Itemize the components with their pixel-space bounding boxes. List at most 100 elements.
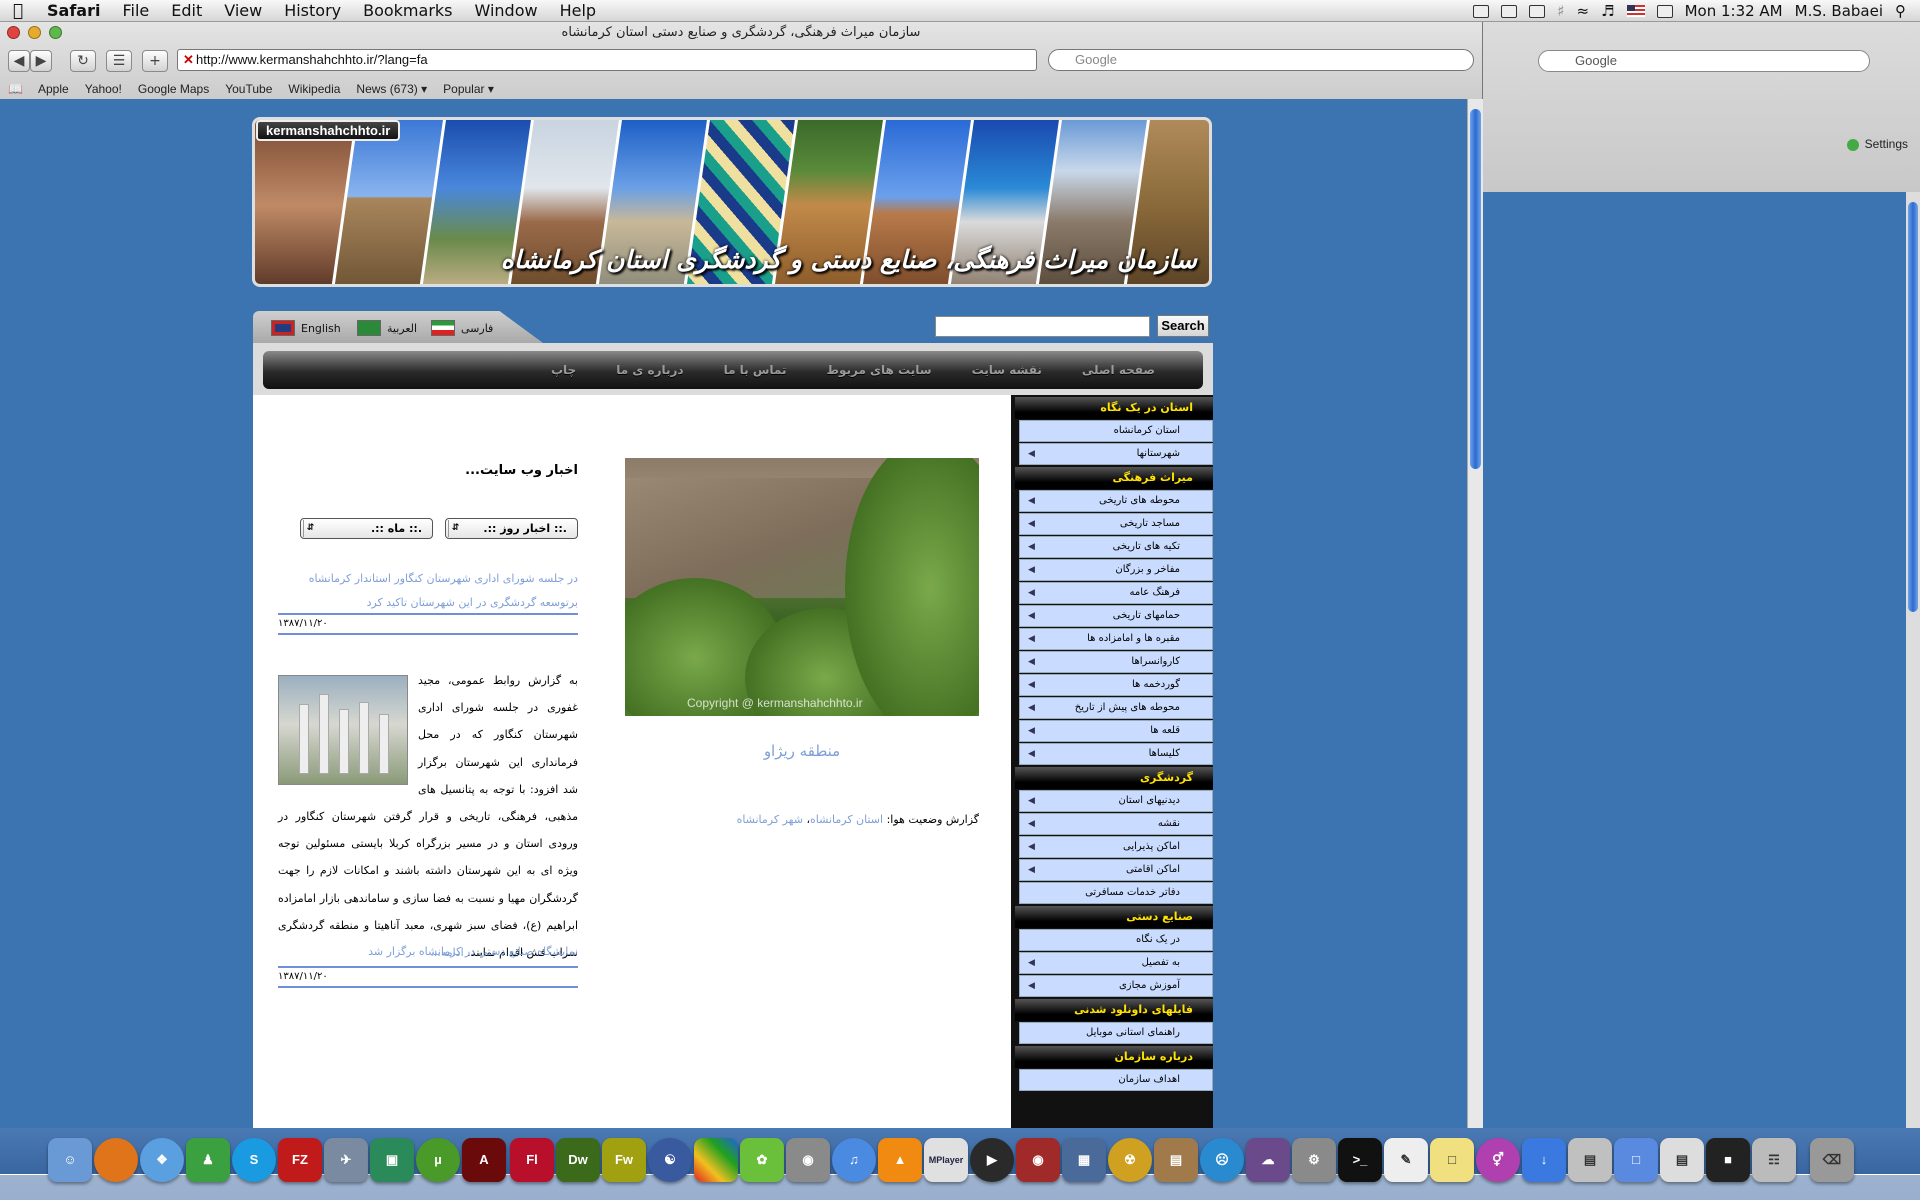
spotlight-icon[interactable]: ⚲ [1895,2,1906,20]
angry-app-icon[interactable]: ☹ [1200,1138,1244,1182]
night-app-icon[interactable]: ☁ [1246,1138,1290,1182]
firefox-scrollbar[interactable] [1906,192,1920,1128]
sidebar-item[interactable]: مقبره ها و امامزاده ها ◀ [1019,628,1213,650]
skype-icon[interactable]: S [232,1138,276,1182]
sidebar-item[interactable]: اماکن اقامتی ◀ [1019,859,1213,881]
sidebar-item[interactable]: کاروانسراها ◀ [1019,651,1213,673]
sidebar-item[interactable]: محوطه های تاریخی ◀ [1019,490,1213,512]
add-bookmark-button[interactable]: + [142,50,168,72]
sidebar-item[interactable]: به تفصیل ◀ [1019,952,1213,974]
bookmark-yahoo[interactable]: Yahoo! [77,82,130,96]
bookmarks-book-icon[interactable]: 📖 [0,82,30,96]
input-flag-icon[interactable] [1626,5,1645,17]
bookmark-news[interactable]: News (673) ▾ [348,82,435,96]
downloads-stack-icon[interactable]: ↓ [1522,1138,1566,1182]
menubar-user[interactable]: M.S. Babaei [1795,2,1883,20]
menu-window[interactable]: Window [464,0,549,22]
radiation-app-icon[interactable]: ☢ [1108,1138,1152,1182]
documents-stack-icon[interactable]: ▤ [1568,1138,1612,1182]
menu-history[interactable]: History [273,0,352,22]
menu-app[interactable]: Safari [36,0,111,22]
sidebar-item[interactable]: اماکن پذیرایی ◀ [1019,836,1213,858]
firefox-scrollbar-thumb[interactable] [1908,202,1918,612]
firefox-search-field[interactable]: Google [1538,50,1870,72]
quicktime-icon[interactable]: ▶ [970,1138,1014,1182]
fireworks-icon[interactable]: Fw [602,1138,646,1182]
menu-view[interactable]: View [213,0,273,22]
filezilla-icon[interactable]: FZ [278,1138,322,1182]
firefox-icon[interactable] [94,1138,138,1182]
bookmark-google-maps[interactable]: Google Maps [130,82,217,96]
menu-bookmarks[interactable]: Bookmarks [352,0,463,22]
screen-capture-icon[interactable]: ■ [1706,1138,1750,1182]
sidebar-item[interactable]: مساجد تاریخی ◀ [1019,513,1213,535]
feature-caption[interactable]: منطقه ریژاو [625,742,979,760]
dvd-player-icon[interactable]: ◉ [786,1138,830,1182]
bookmark-apple[interactable]: Apple [30,82,77,96]
nav-about[interactable]: درباره ی ما [596,363,703,377]
sidebar-item[interactable]: مفاخر و بزرگان ◀ [1019,559,1213,581]
lang-arabic[interactable]: العربية [357,320,417,336]
preview-icon[interactable]: ✈ [324,1138,368,1182]
google-search-field[interactable]: Google [1048,49,1474,71]
terminal-icon[interactable]: >_ [1338,1138,1382,1182]
news-item2-title[interactable]: نمایشگاه صنایع دستی در کرمانشاه برگزار ش… [278,940,578,964]
sidebar-item[interactable]: کلیساها ◀ [1019,743,1213,765]
office-icon[interactable] [694,1138,738,1182]
site-logo[interactable]: kermanshahchhto.ir [256,120,401,141]
weather-link-city[interactable]: شهر کرمانشاه [737,813,803,826]
volume-icon[interactable]: ♬ [1601,2,1614,20]
itunes-icon[interactable]: ♫ [832,1138,876,1182]
textedit-icon[interactable]: ✎ [1384,1138,1428,1182]
weather-link-province[interactable]: استان کرمانشاه [810,813,883,826]
nav-related-sites[interactable]: سایت های مربوط [806,363,951,377]
sidebar-item[interactable]: دیدنیهای استان ◀ [1019,790,1213,812]
battery-icon[interactable] [1501,4,1518,18]
flash-icon[interactable]: Fl [510,1138,554,1182]
menubar-clock[interactable]: Mon 1:32 AM [1685,2,1783,20]
news-item1-title[interactable]: در جلسه شورای اداری شهرستان کنگاور استان… [278,567,578,615]
dreamweaver-icon[interactable]: Dw [556,1138,600,1182]
sidebar-item[interactable]: محوطه های پیش از تاریخ ◀ [1019,697,1213,719]
archive-icon[interactable]: ▤ [1154,1138,1198,1182]
site-search-input[interactable] [935,316,1150,337]
photo-app-icon[interactable]: ▣ [370,1138,414,1182]
nav-contact[interactable]: تماس با ما [704,363,807,377]
menu-edit[interactable]: Edit [160,0,213,22]
trash-icon[interactable]: ⌫ [1810,1138,1854,1182]
scrollbar-thumb[interactable] [1470,109,1481,469]
address-bar[interactable]: ✕ http://www.kermanshahchhto.ir/?lang=fa [177,49,1037,71]
sidebar-item[interactable]: نقشه ◀ [1019,813,1213,835]
sidebar-item[interactable]: فرهنگ عامه ◀ [1019,582,1213,604]
network-icon[interactable]: ☯ [648,1138,692,1182]
sidebar-item[interactable]: قلعه ها ◀ [1019,720,1213,742]
lang-english[interactable]: English [271,320,341,336]
sidebar-item[interactable]: اهداف سازمان [1019,1069,1213,1091]
sidebar-item[interactable]: استان کرمانشاه [1019,420,1213,442]
sidebar-item[interactable]: تکیه های تاریخی ◀ [1019,536,1213,558]
finder-icon[interactable]: ☺ [48,1138,92,1182]
select-month[interactable]: .:: ماه ::. ⇵ [300,518,433,539]
reload-button[interactable]: ↻ [70,50,96,72]
select-day[interactable]: .:: اخبار روز ::. ⇵ [445,518,578,539]
bookmark-wikipedia[interactable]: Wikipedia [280,82,348,96]
back-button[interactable]: ◀ [8,50,30,72]
system-preferences-icon[interactable]: ⚙ [1292,1138,1336,1182]
menu-file[interactable]: File [111,0,160,22]
bluetooth-icon[interactable]: ♯ [1557,2,1564,20]
sidebar-item[interactable]: در یک نگاه [1019,929,1213,951]
gender-app-icon[interactable]: ⚥ [1476,1138,1520,1182]
folder-stack-icon[interactable]: □ [1614,1138,1658,1182]
wifi-icon[interactable]: ≈ [1577,2,1590,20]
safari-icon[interactable]: ❖ [140,1138,184,1182]
mplayer-icon[interactable]: MPlayer [924,1138,968,1182]
clipboard-icon[interactable]: ☶ [1752,1138,1796,1182]
apple-icon[interactable]:  [0,1,36,21]
sidebar-item[interactable]: راهنمای استانی موبایل [1019,1022,1213,1044]
snapback-icon[interactable]: ☰ [106,50,132,72]
nav-home[interactable]: صفحه اصلی [1062,363,1175,377]
firefox-settings[interactable]: Settings [1847,137,1908,151]
utorrent-icon[interactable]: µ [416,1138,460,1182]
sidebar-item[interactable]: دفاتر خدمات مسافرتی [1019,882,1213,904]
photo-booth-icon[interactable]: ◉ [1016,1138,1060,1182]
